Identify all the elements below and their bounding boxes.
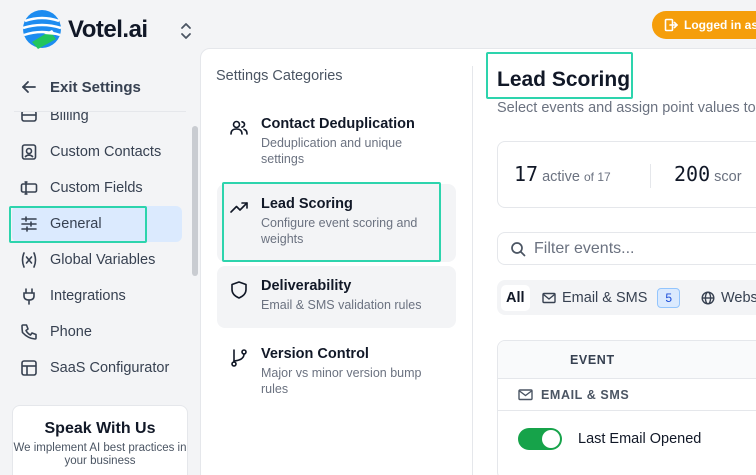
settings-categories-heading: Settings Categories [216, 68, 343, 84]
plug-icon [23, 288, 35, 305]
email-sms-count-badge: 5 [657, 288, 681, 308]
sidebar-item-label: Custom Contacts [50, 144, 162, 160]
phone-icon [21, 324, 37, 340]
category-title: Deliverability [261, 278, 352, 294]
category-desc: Deduplication and unique settings [261, 136, 403, 166]
sidebar-item-custom-contacts[interactable]: Custom Contacts [12, 134, 182, 170]
promo-subtitle: We implement AI best practices in your b… [13, 442, 187, 467]
layout-icon [21, 360, 37, 376]
login-icon [664, 18, 678, 32]
billing-icon [21, 112, 37, 122]
filter-events-field[interactable] [497, 232, 756, 265]
sidebar-scrollbar[interactable] [192, 126, 198, 276]
sidebar: Exit Settings Billing Custom Contacts Cu… [0, 50, 200, 475]
exit-settings-button[interactable]: Exit Settings [20, 78, 141, 96]
sidebar-item-label: Integrations [50, 288, 126, 304]
page-subtitle: Select events and assign point values to [497, 100, 756, 116]
logged-in-badge[interactable]: Logged in as [652, 11, 756, 39]
speak-with-us-card[interactable]: Speak With Us We implement AI best pract… [12, 405, 188, 475]
tab-email-sms[interactable]: Email & SMS 5 [542, 285, 681, 311]
sidebar-item-label: Phone [50, 324, 92, 340]
sidebar-item-label: SaaS Configurator [50, 360, 170, 376]
sidebar-item-phone[interactable]: Phone [12, 314, 182, 350]
contacts-icon [21, 144, 37, 160]
sidebar-item-general[interactable]: General [12, 206, 182, 242]
sidebar-item-label: Global Variables [50, 252, 156, 268]
promo-title: Speak With Us [44, 420, 156, 437]
category-deliverability[interactable]: Deliverability Email & SMS validation ru… [217, 266, 456, 328]
category-version-control[interactable]: Version Control Major vs minor version b… [217, 334, 456, 404]
page-title: Lead Scoring [497, 68, 631, 91]
category-desc: Configure event scoring and weights [261, 216, 418, 246]
sidebar-item-integrations[interactable]: Integrations [12, 278, 182, 314]
tab-web-label: Webs [721, 290, 756, 306]
exit-settings-label: Exit Settings [50, 78, 141, 96]
active-label: active [542, 169, 580, 185]
table-header-event: EVENT [498, 341, 756, 379]
stat-divider [650, 164, 651, 188]
active-total: of 17 [583, 170, 611, 184]
logo-text: Votel.ai [68, 16, 148, 43]
sidebar-item-saas-configurator[interactable]: SaaS Configurator [12, 350, 182, 386]
category-desc: Major vs minor version bump rules [261, 366, 422, 396]
git-branch-icon [231, 349, 247, 367]
trending-up-icon [230, 202, 248, 213]
globe-icon [701, 291, 715, 305]
sidebar-item-label: Custom Fields [50, 180, 143, 196]
event-tabs: All Email & SMS 5 Webs [497, 280, 756, 315]
chevron-up-down-icon[interactable] [179, 22, 193, 40]
search-icon [511, 241, 526, 256]
category-title: Lead Scoring [261, 196, 353, 212]
event-name: Last Email Opened [578, 430, 702, 447]
sidebar-item-billing[interactable]: Billing [12, 112, 182, 134]
logo-icon [22, 10, 62, 49]
category-desc: Email & SMS validation rules [261, 298, 422, 312]
sidebar-item-label: General [50, 216, 102, 232]
top-bar: Votel.ai Logged in as [0, 0, 756, 50]
fields-icon [20, 181, 38, 195]
arrow-left-icon [22, 81, 36, 93]
group-row-email-sms[interactable]: EMAIL & SMS [498, 379, 756, 411]
variable-icon [21, 252, 37, 268]
event-enabled-toggle[interactable] [518, 427, 562, 450]
active-count: 17 [514, 162, 539, 186]
sliders-icon [21, 216, 37, 232]
logo[interactable]: Votel.ai [20, 9, 148, 51]
score-stat: 200 scor [674, 162, 742, 186]
sidebar-item-label: Billing [50, 112, 89, 124]
score-count: 200 [674, 162, 711, 186]
events-table: EVENT EMAIL & SMS Last Email Opened [497, 340, 756, 475]
column-divider [472, 66, 473, 475]
tab-email-sms-label: Email & SMS [562, 290, 648, 306]
logged-in-label: Logged in as [684, 18, 756, 32]
category-lead-scoring[interactable]: Lead Scoring Configure event scoring and… [217, 184, 456, 262]
shield-icon [231, 281, 247, 299]
category-title: Version Control [261, 346, 369, 362]
group-label: EMAIL & SMS [541, 387, 630, 402]
tab-web[interactable]: Webs [701, 285, 756, 311]
users-icon [230, 120, 248, 135]
sidebar-nav: Billing Custom Contacts Custom Fields Ge… [12, 112, 182, 395]
active-stat: 17 active of 17 [514, 162, 611, 186]
mail-icon [518, 389, 533, 401]
mail-icon [542, 292, 556, 304]
category-contact-deduplication[interactable]: Contact Deduplication Deduplication and … [217, 104, 456, 174]
table-row: Last Email Opened [498, 411, 756, 466]
sidebar-item-custom-fields[interactable]: Custom Fields [12, 170, 182, 206]
tab-all[interactable]: All [501, 285, 530, 311]
stats-card: 17 active of 17 200 scor [497, 141, 756, 208]
score-label: scor [714, 169, 742, 185]
sidebar-item-global-variables[interactable]: Global Variables [12, 242, 182, 278]
category-title: Contact Deduplication [261, 116, 415, 132]
filter-events-input[interactable] [534, 239, 756, 258]
